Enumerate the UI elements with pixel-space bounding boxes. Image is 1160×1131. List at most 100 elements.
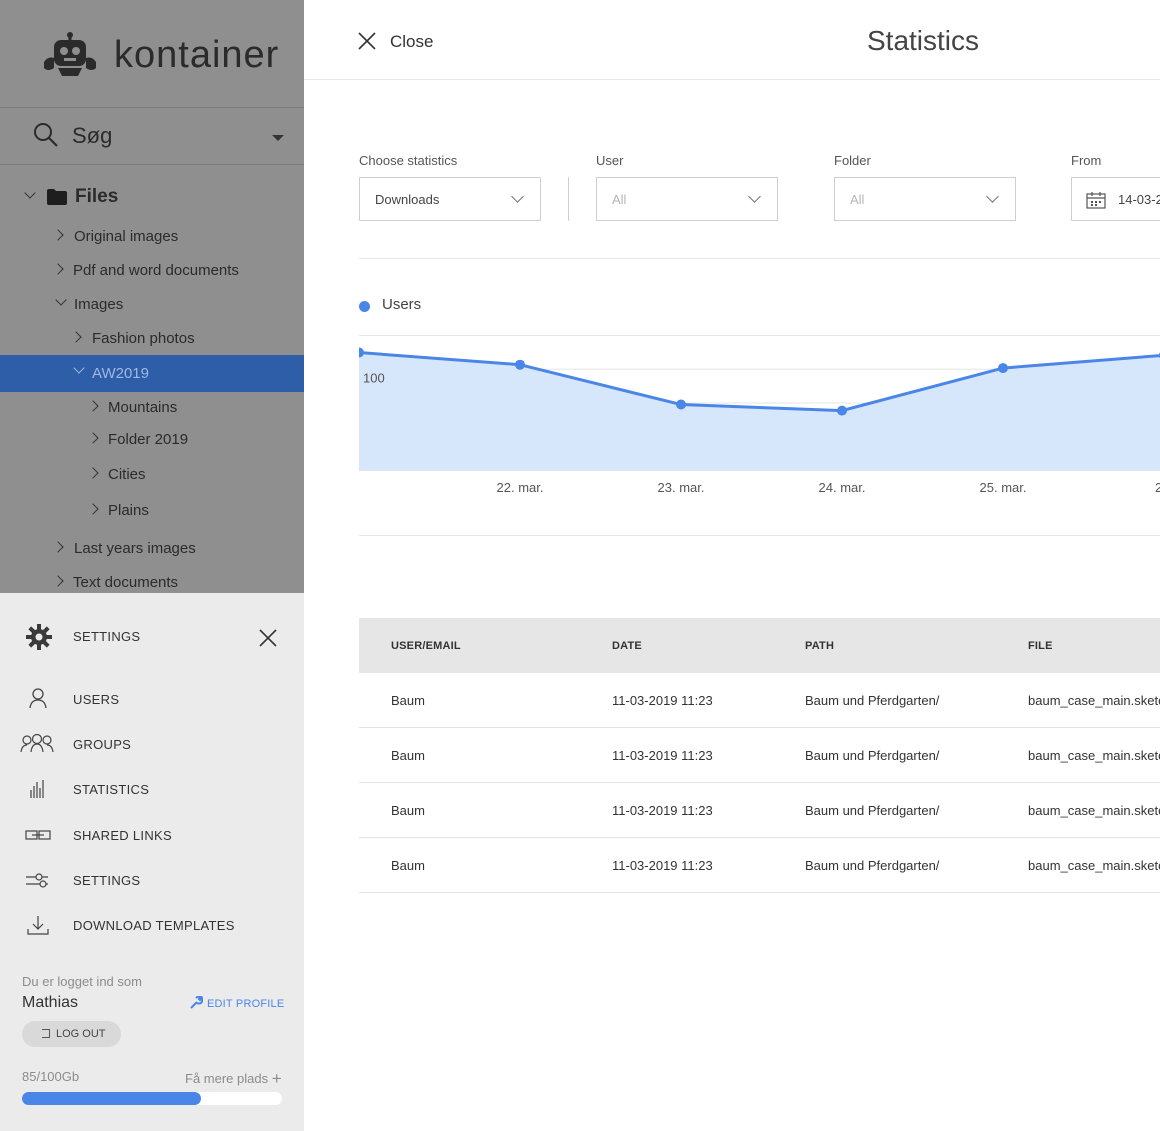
logout-icon xyxy=(42,1029,50,1038)
from-date-label: From xyxy=(1071,153,1102,168)
tree-item-cities[interactable]: Cities xyxy=(0,458,304,492)
app-window: kontainer Søg Files Original images Pdf … xyxy=(0,0,1160,1131)
legend-label: Users xyxy=(382,296,422,313)
chevron-right-icon[interactable] xyxy=(52,229,64,241)
sidebar: kontainer Søg Files Original images Pdf … xyxy=(0,0,304,593)
tree-item-label: Folder 2019 xyxy=(108,431,189,448)
column-header-user[interactable]: USER/EMAIL xyxy=(391,640,461,652)
cell-file: baum_case_main.sketch xyxy=(1028,803,1160,818)
x-tick-label: 24. mar. xyxy=(819,480,866,495)
x-tick-label: 26. xyxy=(1155,480,1160,495)
divider xyxy=(359,258,1160,259)
download-icon xyxy=(27,916,49,935)
cell-date: 11-03-2019 11:23 xyxy=(612,858,713,873)
table-row[interactable]: Baum 11-03-2019 11:23 Baum und Pferdgarten… xyxy=(359,838,1160,893)
column-header-file[interactable]: FILE xyxy=(1028,640,1053,652)
user-filter-label: User xyxy=(596,153,624,168)
tree-item-label: Mountains xyxy=(108,399,178,416)
tree-root-files[interactable]: Files xyxy=(0,181,304,215)
table-row[interactable]: Baum 11-03-2019 11:23 Baum und Pferdgarten… xyxy=(359,783,1160,838)
choose-statistics-label: Choose statistics xyxy=(359,153,458,168)
menu-groups[interactable]: GROUPS xyxy=(0,727,304,763)
tree-item-last-years-images[interactable]: Last years images xyxy=(0,532,304,566)
chevron-down-icon[interactable] xyxy=(73,362,85,374)
statistics-select-value: Downloads xyxy=(375,192,440,207)
get-more-space-label: Få mere plads xyxy=(185,1071,269,1086)
data-point[interactable] xyxy=(676,399,686,410)
chevron-down-icon xyxy=(748,190,761,203)
tree-item-label: AW2019 xyxy=(92,365,149,382)
menu-label: SETTINGS xyxy=(73,873,141,888)
menu-shared-links[interactable]: SHARED LINKS xyxy=(0,818,304,854)
storage-usage: 85/100Gb xyxy=(22,1069,80,1084)
chevron-down-icon xyxy=(986,190,999,203)
tree-item-plains[interactable]: Plains xyxy=(0,494,304,528)
chevron-down-icon[interactable] xyxy=(55,294,67,306)
menu-users[interactable]: USERS xyxy=(0,682,304,718)
logged-in-as-text: Du er logget ind som xyxy=(22,974,142,989)
chevron-right-icon[interactable] xyxy=(52,541,64,553)
tree-item-pdf-word[interactable]: Pdf and word documents xyxy=(0,254,304,288)
divider xyxy=(359,535,1160,536)
sliders-icon xyxy=(26,873,48,888)
logo-text: kontainer xyxy=(114,34,280,76)
edit-profile-link[interactable]: EDIT PROFILE xyxy=(190,995,284,1010)
user-select[interactable]: All xyxy=(596,177,778,221)
groups-icon xyxy=(20,733,54,753)
table-row[interactable]: Baum 11-03-2019 11:23 Baum und Pferdgarten… xyxy=(359,728,1160,783)
series-area xyxy=(359,352,1160,470)
settings-panel: SETTINGS USERS GROUPS STATISTICS SHARED … xyxy=(0,593,304,1131)
tree-item-aw2019[interactable]: AW2019 xyxy=(0,355,304,392)
from-date-value: 14-03-2019 xyxy=(1118,192,1160,207)
x-tick-label: 22. mar. xyxy=(497,480,544,495)
logo[interactable]: kontainer xyxy=(0,0,304,108)
folder-select-value: All xyxy=(850,192,865,207)
data-point[interactable] xyxy=(998,363,1008,374)
search-bar[interactable]: Søg xyxy=(0,108,304,165)
tree-item-label: Last years images xyxy=(74,540,196,557)
chevron-right-icon[interactable] xyxy=(52,263,64,275)
tree-files-label: Files xyxy=(75,186,119,207)
tree-item-text-documents[interactable]: Text documents xyxy=(0,566,304,593)
column-header-path[interactable]: PATH xyxy=(805,640,834,652)
chevron-right-icon[interactable] xyxy=(87,503,99,515)
storage-bar-fill xyxy=(22,1092,202,1105)
tree-item-label: Plains xyxy=(108,502,149,519)
tree-item-mountains[interactable]: Mountains xyxy=(0,391,304,425)
tree-item-folder-2019[interactable]: Folder 2019 xyxy=(0,423,304,457)
folder-select[interactable]: All xyxy=(834,177,1016,221)
filter-divider xyxy=(568,177,569,221)
search-dropdown-icon[interactable] xyxy=(272,135,284,141)
data-point[interactable] xyxy=(515,359,525,370)
folder-filter-label: Folder xyxy=(834,153,871,168)
logout-label: LOG OUT xyxy=(56,1028,106,1040)
user-icon xyxy=(29,688,47,709)
from-date-input[interactable]: 14-03-2019 xyxy=(1071,177,1160,221)
chevron-right-icon[interactable] xyxy=(87,467,99,479)
data-point[interactable] xyxy=(837,405,847,416)
wrench-icon xyxy=(190,995,204,1009)
menu-statistics[interactable]: STATISTICS xyxy=(0,772,304,808)
topbar: Close Statistics xyxy=(304,0,1160,80)
table-row[interactable]: Baum 11-03-2019 11:23 Baum und Pferdgarten… xyxy=(359,673,1160,728)
tree-item-label: Text documents xyxy=(73,574,179,591)
gear-icon xyxy=(26,624,52,650)
statistics-select[interactable]: Downloads xyxy=(359,177,541,221)
menu-settings[interactable]: SETTINGS xyxy=(0,863,304,899)
link-icon xyxy=(25,830,51,840)
chevron-right-icon[interactable] xyxy=(70,331,82,343)
tree-item-original-images[interactable]: Original images xyxy=(0,220,304,254)
chevron-right-icon[interactable] xyxy=(52,575,64,587)
chevron-right-icon[interactable] xyxy=(87,400,99,412)
cell-user: Baum xyxy=(391,803,425,818)
close-settings-icon[interactable] xyxy=(258,628,278,648)
logout-button[interactable]: LOG OUT xyxy=(22,1021,121,1047)
tree-item-images[interactable]: Images xyxy=(0,288,304,322)
chevron-down-icon[interactable] xyxy=(24,187,36,199)
cell-user: Baum xyxy=(391,693,425,708)
chevron-right-icon[interactable] xyxy=(87,432,99,444)
tree-item-fashion-photos[interactable]: Fashion photos xyxy=(0,322,304,356)
column-header-date[interactable]: DATE xyxy=(612,640,642,652)
menu-download-templates[interactable]: DOWNLOAD TEMPLATES xyxy=(0,908,304,944)
get-more-space-link[interactable]: Få mere plads + xyxy=(185,1069,282,1089)
